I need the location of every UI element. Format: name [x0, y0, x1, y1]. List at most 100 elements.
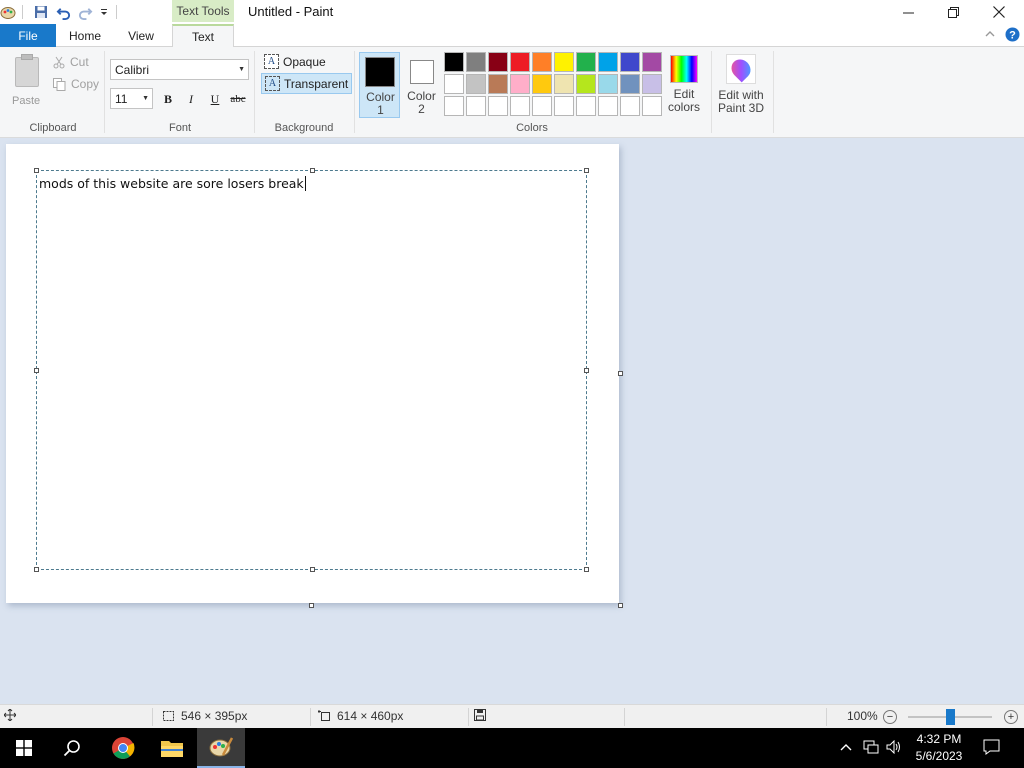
- palette-swatch[interactable]: [554, 74, 574, 94]
- copy-button[interactable]: Copy: [53, 75, 99, 93]
- paste-button[interactable]: Paste: [8, 53, 46, 109]
- palette-swatch[interactable]: [466, 96, 486, 116]
- canvas-text[interactable]: mods of this website are sore losers bre…: [39, 176, 306, 191]
- file-explorer-taskbar-button[interactable]: [148, 728, 196, 768]
- palette-swatch[interactable]: [466, 52, 486, 72]
- palette-swatch[interactable]: [576, 52, 596, 72]
- palette-swatch[interactable]: [510, 74, 530, 94]
- start-button[interactable]: [0, 728, 48, 768]
- underline-button[interactable]: U: [205, 89, 225, 109]
- palette-swatch[interactable]: [444, 74, 464, 94]
- cut-button[interactable]: Cut: [53, 53, 89, 71]
- undo-icon[interactable]: [55, 4, 71, 20]
- tab-text[interactable]: Text: [172, 24, 234, 48]
- taskbar-clock[interactable]: 4:32 PM 5/6/2023: [906, 731, 972, 765]
- title-bar: Text Tools Untitled - Paint: [0, 0, 1024, 24]
- tab-home[interactable]: Home: [60, 24, 110, 47]
- ribbon-panel: Paste Cut Copy Clipboard Calibri ▼ 11 ▼ …: [0, 47, 1024, 138]
- network-icon[interactable]: [863, 740, 879, 757]
- paint-taskbar-button[interactable]: [197, 728, 245, 768]
- canvas-workspace[interactable]: mods of this website are sore losers bre…: [0, 138, 1024, 704]
- group-separator: [773, 51, 774, 133]
- redo-icon[interactable]: [77, 4, 93, 20]
- color1-button[interactable]: Color 1: [359, 52, 400, 118]
- paint-app-icon[interactable]: [0, 4, 16, 20]
- palette-swatch[interactable]: [554, 52, 574, 72]
- show-hidden-icons-button[interactable]: [840, 740, 852, 755]
- file-size: [474, 709, 486, 721]
- font-family-select[interactable]: Calibri ▼: [110, 59, 249, 80]
- resize-handle-ne[interactable]: [584, 168, 589, 173]
- windows-taskbar: 4:32 PM 5/6/2023: [0, 728, 1024, 768]
- palette-swatch[interactable]: [642, 96, 662, 116]
- palette-swatch[interactable]: [532, 74, 552, 94]
- volume-icon[interactable]: [886, 739, 902, 757]
- save-icon[interactable]: [33, 4, 49, 20]
- palette-swatch[interactable]: [532, 96, 552, 116]
- chrome-taskbar-button[interactable]: [99, 728, 147, 768]
- palette-swatch[interactable]: [466, 74, 486, 94]
- canvas-resize-handle-e[interactable]: [618, 371, 623, 376]
- palette-swatch[interactable]: [642, 52, 662, 72]
- palette-swatch[interactable]: [510, 52, 530, 72]
- tab-view[interactable]: View: [118, 24, 164, 47]
- strikethrough-button[interactable]: abc: [228, 89, 248, 109]
- action-center-button[interactable]: [983, 739, 1000, 758]
- color1-label: Color 1: [366, 90, 395, 117]
- windows-logo-icon: [16, 740, 32, 756]
- opaque-option[interactable]: A Opaque: [261, 51, 329, 72]
- minimize-button[interactable]: [885, 0, 931, 24]
- palette-swatch[interactable]: [488, 74, 508, 94]
- minimize-ribbon-icon[interactable]: [985, 28, 995, 42]
- zoom-out-button[interactable]: −: [883, 710, 897, 724]
- edit-with-paint3d-button[interactable]: Edit with Paint 3D: [713, 53, 769, 115]
- close-button[interactable]: [976, 0, 1022, 24]
- palette-swatch[interactable]: [620, 52, 640, 72]
- palette-swatch[interactable]: [488, 96, 508, 116]
- edit-colors-button[interactable]: Edit colors: [664, 53, 704, 114]
- colors-group-label: Colors: [516, 122, 548, 134]
- palette-swatch[interactable]: [444, 96, 464, 116]
- group-separator: [711, 51, 712, 133]
- palette-swatch[interactable]: [598, 52, 618, 72]
- zoom-in-button[interactable]: +: [1004, 710, 1018, 724]
- palette-swatch[interactable]: [642, 74, 662, 94]
- canvas-resize-handle-s[interactable]: [309, 603, 314, 608]
- transparent-icon: A: [265, 76, 280, 91]
- customize-qat-icon[interactable]: [96, 4, 112, 20]
- search-button[interactable]: [48, 728, 96, 768]
- color2-button[interactable]: Color 2: [401, 52, 442, 118]
- palette-swatch[interactable]: [576, 96, 596, 116]
- tab-file[interactable]: File: [0, 24, 56, 47]
- resize-handle-se[interactable]: [584, 567, 589, 572]
- palette-swatch[interactable]: [598, 96, 618, 116]
- resize-handle-s[interactable]: [310, 567, 315, 572]
- font-size-select[interactable]: 11 ▼: [110, 88, 153, 109]
- resize-handle-nw[interactable]: [34, 168, 39, 173]
- drawing-canvas[interactable]: mods of this website are sore losers bre…: [6, 144, 619, 603]
- palette-swatch[interactable]: [598, 74, 618, 94]
- restore-button[interactable]: [930, 0, 976, 24]
- zoom-slider-thumb[interactable]: [946, 709, 955, 725]
- help-icon[interactable]: ?: [1005, 27, 1020, 45]
- palette-swatch[interactable]: [510, 96, 530, 116]
- resize-handle-e[interactable]: [584, 368, 589, 373]
- resize-handle-w[interactable]: [34, 368, 39, 373]
- resize-handle-sw[interactable]: [34, 567, 39, 572]
- italic-button[interactable]: I: [181, 89, 201, 109]
- group-separator: [354, 51, 355, 133]
- palette-swatch[interactable]: [444, 52, 464, 72]
- palette-swatch[interactable]: [620, 96, 640, 116]
- palette-swatch[interactable]: [532, 52, 552, 72]
- transparent-option[interactable]: A Transparent: [261, 73, 353, 94]
- palette-swatch[interactable]: [554, 96, 574, 116]
- bold-button[interactable]: B: [158, 89, 178, 109]
- palette-swatch[interactable]: [576, 74, 596, 94]
- canvas-resize-handle-se[interactable]: [618, 603, 623, 608]
- selection-icon: [163, 711, 174, 721]
- resize-handle-n[interactable]: [310, 168, 315, 173]
- text-box-selection[interactable]: mods of this website are sore losers bre…: [34, 168, 589, 572]
- opaque-label: Opaque: [283, 54, 326, 69]
- palette-swatch[interactable]: [488, 52, 508, 72]
- palette-swatch[interactable]: [620, 74, 640, 94]
